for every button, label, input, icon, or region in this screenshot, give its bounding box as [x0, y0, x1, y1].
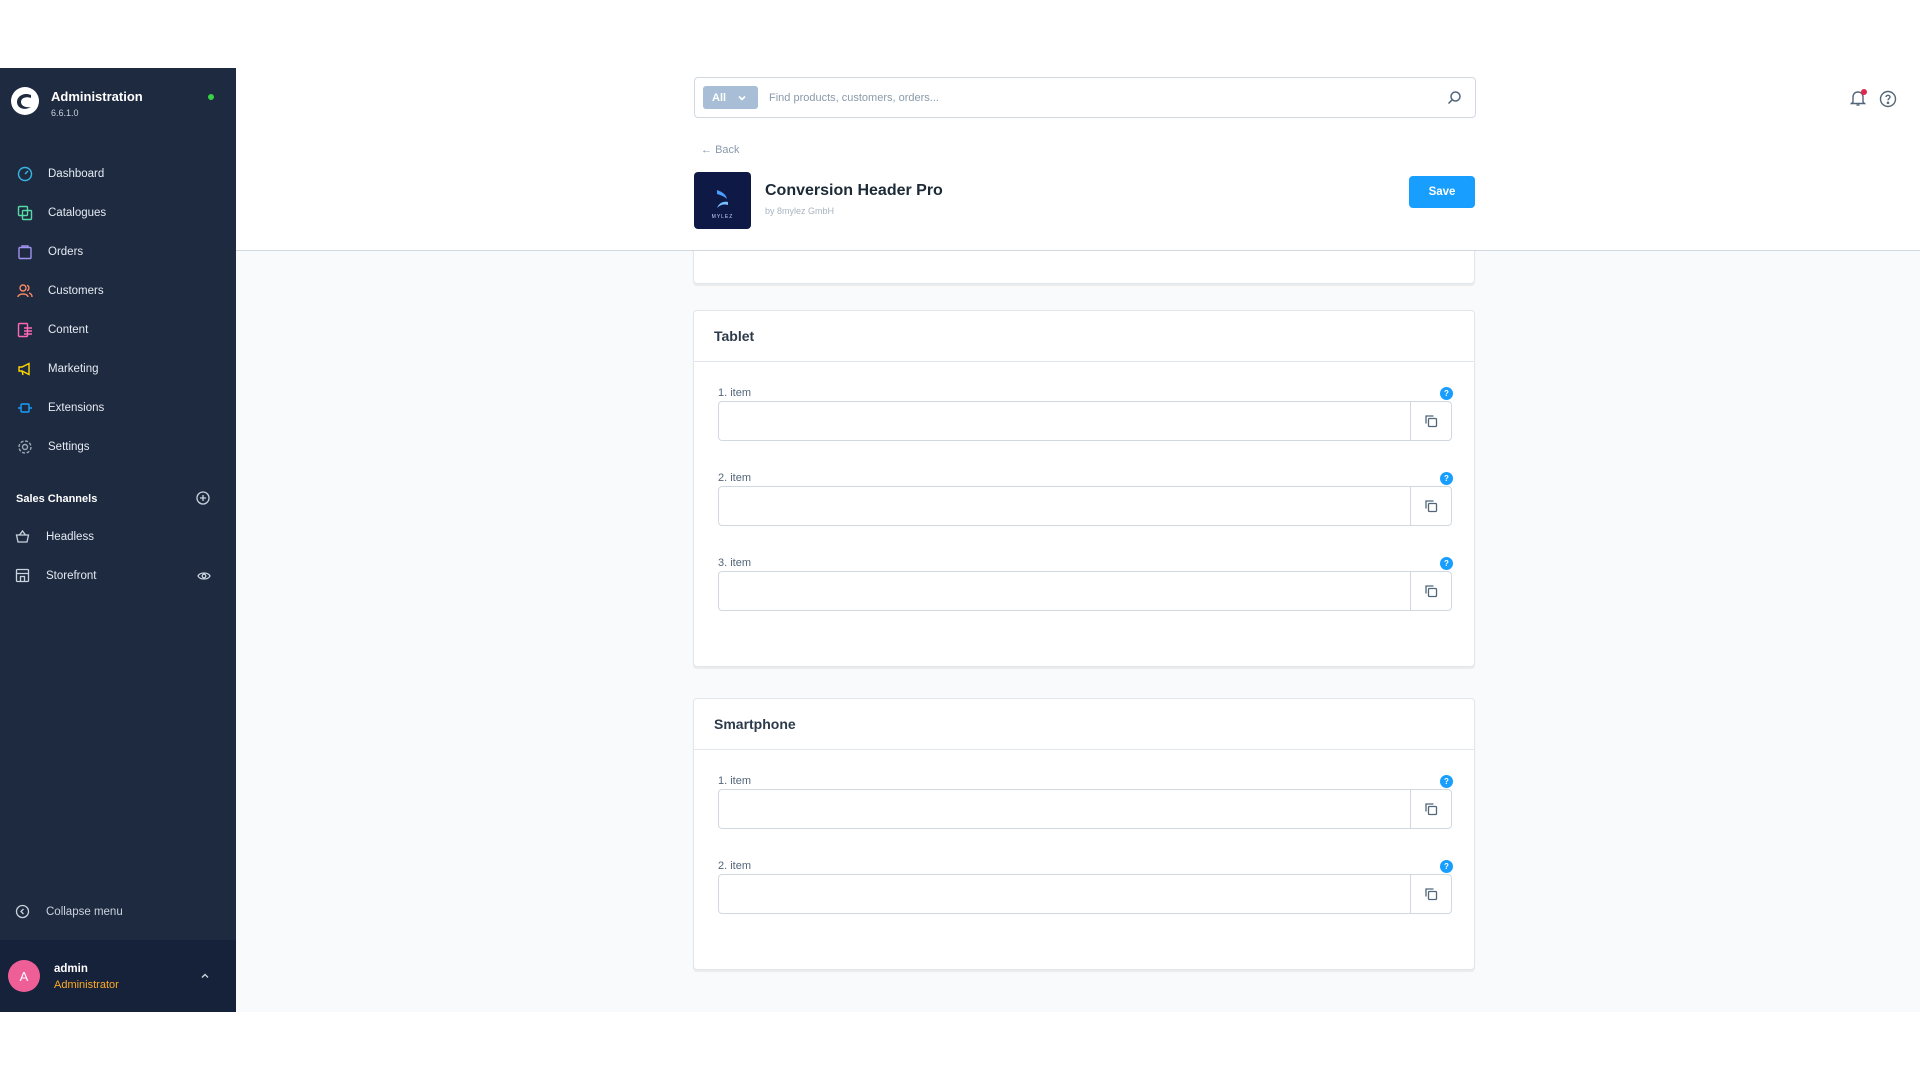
copy-icon	[1425, 585, 1438, 598]
customers-icon	[16, 282, 33, 299]
add-sales-channel-icon[interactable]	[196, 491, 210, 505]
nav-label-content: Content	[48, 323, 89, 336]
basket-icon	[15, 529, 30, 544]
copy-icon	[1425, 500, 1438, 513]
previous-card	[693, 251, 1475, 284]
online-status-dot	[208, 94, 214, 100]
main-nav: Dashboard Catalogues Orders Customers Co…	[0, 154, 236, 466]
nav-label-extensions: Extensions	[48, 401, 105, 414]
brand[interactable]: Administration 6.6.1.0	[10, 86, 226, 126]
copy-button[interactable]	[1410, 401, 1452, 441]
nav-label-marketing: Marketing	[48, 362, 99, 375]
search-scope-dropdown[interactable]: All	[703, 86, 758, 109]
field-label: 1. item	[718, 775, 752, 787]
sales-channel-headless[interactable]: Headless	[0, 517, 236, 556]
help-tooltip-icon[interactable]: ?	[1440, 472, 1453, 485]
settings-icon	[16, 438, 33, 455]
search-scope-label: All	[712, 91, 727, 104]
brand-title: Administration	[51, 89, 143, 104]
copy-button[interactable]	[1410, 571, 1452, 611]
back-link[interactable]: ← Back	[701, 144, 740, 156]
search-icon[interactable]	[1447, 90, 1462, 105]
help-tooltip-icon[interactable]: ?	[1440, 860, 1453, 873]
sales-channel-storefront[interactable]: Storefront	[0, 556, 236, 595]
sales-channel-list: Headless Storefront	[0, 517, 236, 595]
sales-channel-label: Headless	[46, 530, 94, 543]
catalogues-icon	[16, 204, 33, 221]
help-icon[interactable]	[1879, 90, 1897, 108]
page-title: Conversion Header Pro	[765, 182, 943, 199]
copy-icon	[1425, 415, 1438, 428]
plugin-logo-text: MYLEZ	[712, 214, 734, 220]
save-button[interactable]: Save	[1409, 176, 1475, 208]
copy-button[interactable]	[1410, 789, 1452, 829]
settings-content[interactable]: Tablet 1. item ? 2. item ? 3. item ? Sma…	[236, 251, 1920, 1012]
version-label: 6.6.1.0	[51, 108, 79, 118]
plugin-logo-mark-icon: MYLEZ	[712, 190, 734, 220]
eye-icon[interactable]	[197, 569, 211, 583]
back-label: Back	[715, 144, 740, 156]
field-label: 2. item	[718, 860, 752, 872]
nav-item-marketing[interactable]: Marketing	[0, 349, 236, 388]
avatar: A	[8, 960, 40, 992]
chevron-down-icon	[738, 95, 746, 101]
collapse-menu-label: Collapse menu	[46, 905, 123, 918]
orders-icon	[16, 243, 33, 260]
smartphone-card-title: Smartphone	[694, 699, 1474, 750]
chevron-up-icon[interactable]	[199, 970, 211, 982]
nav-item-content[interactable]: Content	[0, 310, 236, 349]
smartphone-item-2-input[interactable]	[718, 874, 1411, 914]
help-tooltip-icon[interactable]: ?	[1440, 387, 1453, 400]
nav-label-dashboard: Dashboard	[48, 167, 105, 180]
global-search: All	[694, 77, 1476, 118]
nav-label-customers: Customers	[48, 284, 104, 297]
tablet-card-title: Tablet	[694, 311, 1474, 362]
sidebar: Administration 6.6.1.0 Dashboard Catalog…	[0, 68, 236, 1012]
nav-item-orders[interactable]: Orders	[0, 232, 236, 271]
nav-label-catalogues: Catalogues	[48, 206, 107, 219]
copy-button[interactable]	[1410, 486, 1452, 526]
shopware-logo-icon	[11, 87, 39, 115]
content-icon	[16, 321, 33, 338]
marketing-icon	[16, 360, 33, 377]
nav-label-settings: Settings	[48, 440, 90, 453]
field-label: 3. item	[718, 557, 752, 569]
collapse-menu-button[interactable]: Collapse menu	[15, 904, 123, 919]
user-role: Administrator	[54, 979, 119, 991]
sales-channels-heading: Sales Channels	[16, 493, 98, 505]
field-label: 1. item	[718, 387, 752, 399]
search-input[interactable]	[769, 88, 1419, 108]
plugin-logo: MYLEZ	[694, 172, 751, 229]
copy-icon	[1425, 888, 1438, 901]
tablet-item-3-input[interactable]	[718, 571, 1411, 611]
user-menu[interactable]: A admin Administrator	[0, 940, 236, 1012]
nav-label-orders: Orders	[48, 245, 84, 258]
field-label: 2. item	[718, 472, 752, 484]
user-name: admin	[54, 963, 88, 975]
smartphone-item-1-input[interactable]	[718, 789, 1411, 829]
nav-item-customers[interactable]: Customers	[0, 271, 236, 310]
smartphone-card: Smartphone 1. item ? 2. item ?	[693, 698, 1475, 970]
plugin-vendor: by 8mylez GmbH	[765, 206, 835, 216]
extensions-icon	[16, 399, 33, 416]
collapse-icon	[15, 904, 30, 919]
nav-item-extensions[interactable]: Extensions	[0, 388, 236, 427]
storefront-icon	[15, 568, 30, 583]
tablet-item-1-input[interactable]	[718, 401, 1411, 441]
admin-window: Administration 6.6.1.0 Dashboard Catalog…	[0, 68, 1920, 1012]
sales-channel-label: Storefront	[46, 569, 97, 582]
back-arrow-icon: ←	[701, 144, 712, 156]
help-tooltip-icon[interactable]: ?	[1440, 557, 1453, 570]
copy-icon	[1425, 803, 1438, 816]
nav-item-dashboard[interactable]: Dashboard	[0, 154, 236, 193]
tablet-item-2-input[interactable]	[718, 486, 1411, 526]
copy-button[interactable]	[1410, 874, 1452, 914]
tablet-card: Tablet 1. item ? 2. item ? 3. item ?	[693, 310, 1475, 667]
notification-badge	[1861, 89, 1867, 95]
dashboard-icon	[16, 165, 33, 182]
help-tooltip-icon[interactable]: ?	[1440, 775, 1453, 788]
nav-item-settings[interactable]: Settings	[0, 427, 236, 466]
nav-item-catalogues[interactable]: Catalogues	[0, 193, 236, 232]
